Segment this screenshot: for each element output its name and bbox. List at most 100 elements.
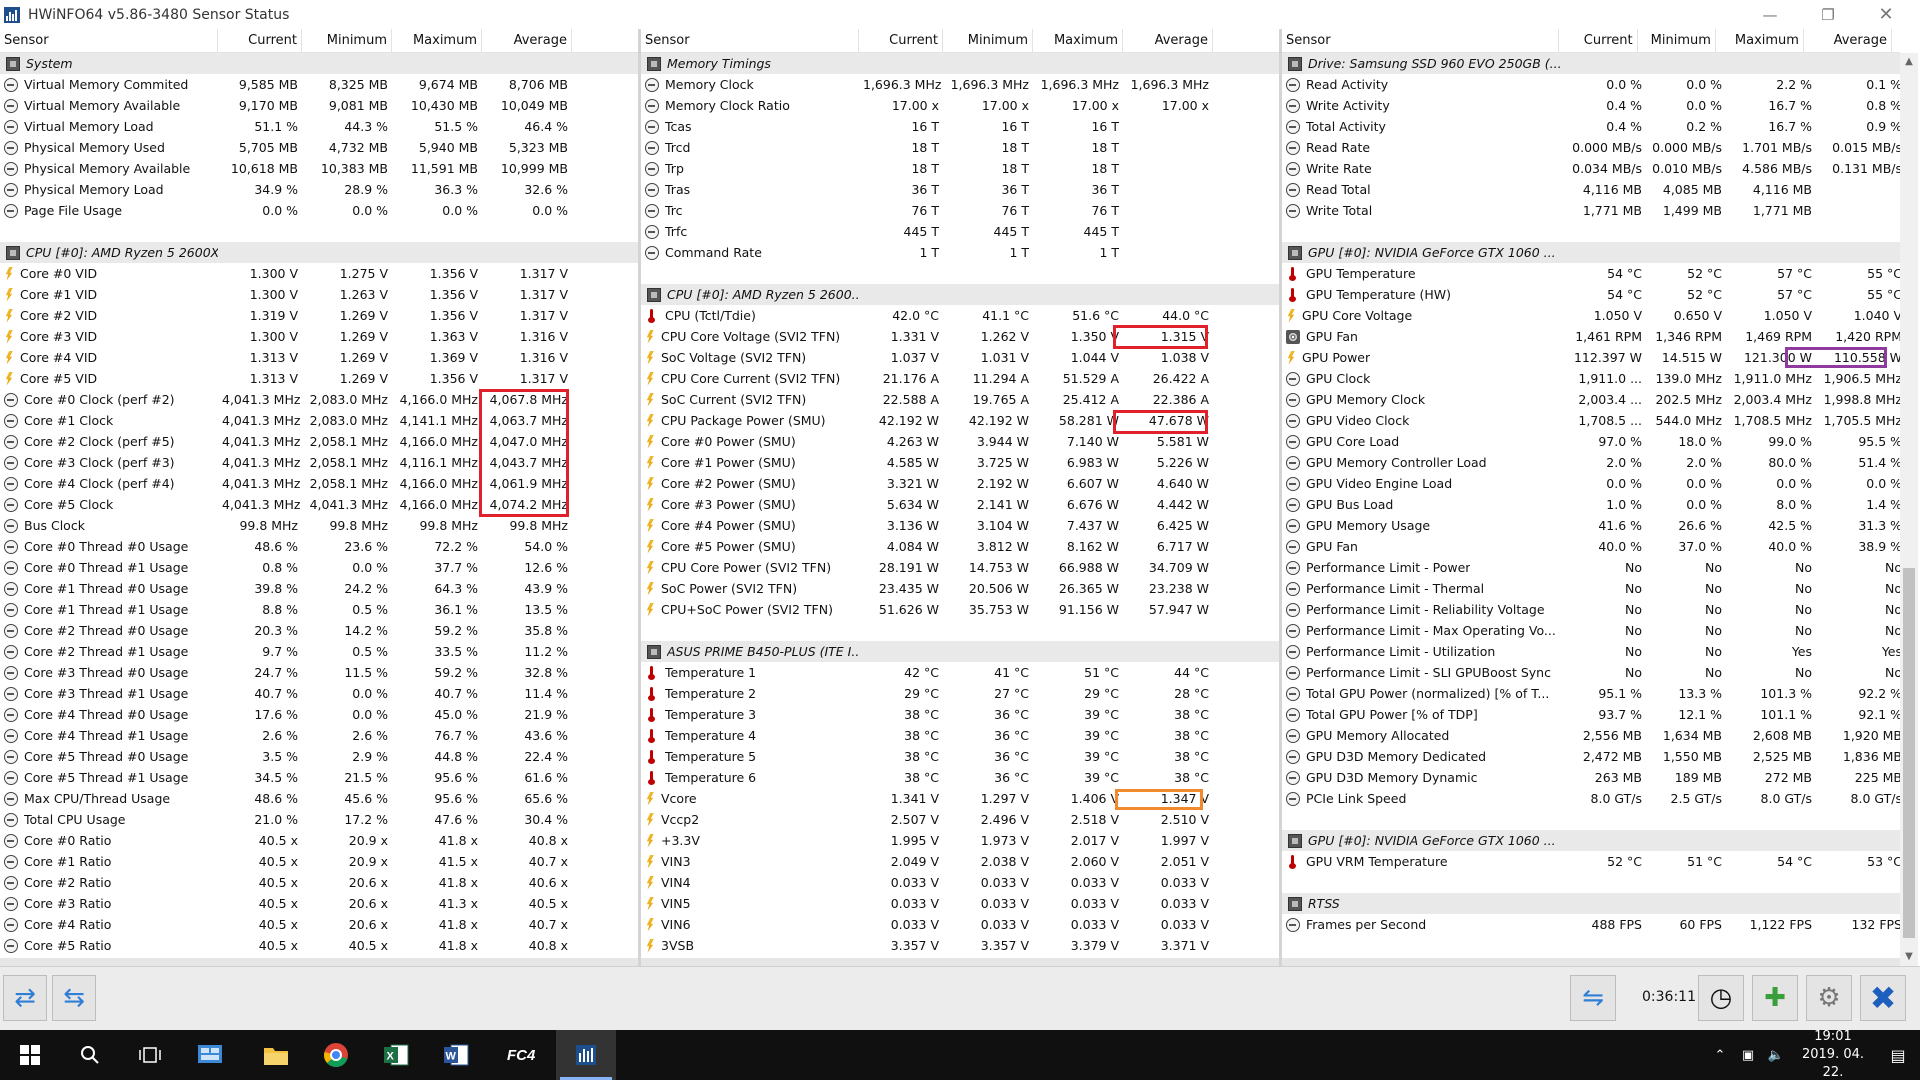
sensor-row[interactable]: Physical Memory Used 5,705 MB 4,732 MB 5,94… [0, 137, 638, 158]
sensor-row[interactable]: Physical Memory Load 34.9 % 28.9 % 36.3 % 32… [0, 179, 638, 200]
sensor-row[interactable]: Read Total 4,116 MB 4,085 MB 4,116 MB [1282, 179, 1900, 200]
sensor-row[interactable]: GPU Clock 1,911.0 ... 139.0 MHz 1,911.0 MHz… [1282, 368, 1900, 389]
chrome-icon[interactable] [306, 1030, 366, 1080]
sensor-row[interactable]: Memory Clock Ratio 17.00 x 17.00 x 17.00 x 1… [641, 95, 1279, 116]
arrows-expand-icon[interactable]: ⇄ [3, 975, 47, 1021]
minimize-button[interactable]: — [1742, 0, 1798, 29]
clock-icon[interactable]: ◷ [1698, 975, 1744, 1021]
sensor-row[interactable]: Total GPU Power (normalized) [% of T... 9… [1282, 683, 1900, 704]
column-header-sensor[interactable]: Sensor [641, 29, 859, 52]
sensor-row[interactable]: Performance Limit - Power No No No No [1282, 557, 1900, 578]
sensor-row[interactable]: Temperature 5 38 °C 36 °C 39 °C 38 °C [641, 746, 1279, 767]
sensor-row[interactable]: Bus Clock 99.8 MHz 99.8 MHz 99.8 MHz 99.8 MH… [0, 515, 638, 536]
sensor-row[interactable]: Core #5 Clock 4,041.3 MHz 4,041.3 MHz 4,166… [0, 494, 638, 515]
sensor-row[interactable]: GPU Core Load 97.0 % 18.0 % 99.0 % 95.5 % [1282, 431, 1900, 452]
sensor-row[interactable]: Core #4 Clock (perf #4) 4,041.3 MHz 2,058.… [0, 473, 638, 494]
control-panel-icon[interactable] [180, 1030, 240, 1080]
sensor-row[interactable]: GPU Memory Usage 41.6 % 26.6 % 42.5 % 31.3 % [1282, 515, 1900, 536]
sensor-pane-1[interactable]: Sensor Current Minimum Maximum Average System… [0, 29, 638, 966]
sensor-row[interactable]: Write Total 1,771 MB 1,499 MB 1,771 MB [1282, 200, 1900, 221]
hwinfo-taskbar-icon[interactable] [556, 1030, 616, 1080]
sensor-row[interactable]: Core #2 Ratio 40.5 x 20.6 x 41.8 x 40.6 x [0, 872, 638, 893]
sensor-row[interactable]: Core #0 Power (SMU) 4.263 W 3.944 W 7.140 W… [641, 431, 1279, 452]
sensor-group-header[interactable]: CPU [#0]: AMD Ryzen 5 2600X [0, 242, 638, 263]
sensor-row[interactable]: Core #1 Ratio 40.5 x 20.9 x 41.5 x 40.7 x [0, 851, 638, 872]
column-header-current[interactable]: Current [1559, 29, 1638, 52]
sensor-row[interactable]: Core #0 Thread #1 Usage 0.8 % 0.0 % 37.7 % 1… [0, 557, 638, 578]
sensor-row[interactable]: Tras 36 T 36 T 36 T [641, 179, 1279, 200]
sensor-row[interactable]: Trcd 18 T 18 T 18 T [641, 137, 1279, 158]
column-header-minimum[interactable]: Minimum [943, 29, 1033, 52]
sensor-row[interactable]: CPU Package Power (SMU) 42.192 W 42.192 W 5… [641, 410, 1279, 431]
sensor-row[interactable]: Core #1 VID 1.300 V 1.263 V 1.356 V 1.317 V [0, 284, 638, 305]
sensor-row[interactable]: GPU Fan 1,461 RPM 1,346 RPM 1,469 RPM 1,420 … [1282, 326, 1900, 347]
sensor-row[interactable]: Tcas 16 T 16 T 16 T [641, 116, 1279, 137]
sensor-row[interactable]: Performance Limit - Thermal No No No No [1282, 578, 1900, 599]
sensor-group-header[interactable]: Memory Timings [641, 53, 1279, 74]
sensor-row[interactable]: Core #3 Power (SMU) 5.634 W 2.141 W 6.676 W… [641, 494, 1279, 515]
sensor-row[interactable]: Virtual Memory Available 9,170 MB 9,081 MB… [0, 95, 638, 116]
sensor-row[interactable]: Memory Clock 1,696.3 MHz 1,696.3 MHz 1,696.… [641, 74, 1279, 95]
sensor-row[interactable]: Core #3 VID 1.300 V 1.269 V 1.363 V 1.316 V [0, 326, 638, 347]
sensor-row[interactable]: GPU Power 112.397 W 14.515 W 121.300 W 110.5… [1282, 347, 1900, 368]
sensor-row[interactable]: Core #1 Thread #1 Usage 8.8 % 0.5 % 36.1 % 1… [0, 599, 638, 620]
sensor-row[interactable]: Core #5 Thread #1 Usage 34.5 % 21.5 % 95.6 … [0, 767, 638, 788]
sensor-row[interactable]: GPU Bus Load 1.0 % 0.0 % 8.0 % 1.4 % [1282, 494, 1900, 515]
sensor-row[interactable]: Core #5 Ratio 40.5 x 40.5 x 41.8 x 40.8 x [0, 935, 638, 956]
sensor-row[interactable]: Read Activity 0.0 % 0.0 % 2.2 % 0.1 % [1282, 74, 1900, 95]
sensor-row[interactable]: Performance Limit - Max Operating Vo... N… [1282, 620, 1900, 641]
sensor-row[interactable]: Performance Limit - Utilization No No Yes Ye… [1282, 641, 1900, 662]
sensor-row[interactable]: GPU D3D Memory Dynamic 263 MB 189 MB 272 MB… [1282, 767, 1900, 788]
sensor-row[interactable]: VIN3 2.049 V 2.038 V 2.060 V 2.051 V [641, 851, 1279, 872]
sensor-row[interactable]: Total GPU Power [% of TDP] 93.7 % 12.1 % 10… [1282, 704, 1900, 725]
pane-divider[interactable] [638, 29, 641, 966]
sensor-group-header[interactable]: ASUS PRIME B450-PLUS (ITE I... [641, 641, 1279, 662]
close-window-button[interactable]: ✕ [1858, 0, 1914, 29]
taskbar-clock[interactable]: 19:01 2019. 04. 22. [1790, 1028, 1876, 1080]
sensor-row[interactable]: GPU D3D Memory Dedicated 2,472 MB 1,550 MB… [1282, 746, 1900, 767]
sensor-row[interactable]: GPU Fan 40.0 % 37.0 % 40.0 % 38.9 % [1282, 536, 1900, 557]
task-view-icon[interactable] [120, 1030, 180, 1080]
sensor-group-header[interactable]: System [0, 53, 638, 74]
sensor-row[interactable]: Core #1 Clock 4,041.3 MHz 2,083.0 MHz 4,141… [0, 410, 638, 431]
column-header-average[interactable]: Average [482, 29, 572, 52]
sensor-row[interactable]: GPU Video Clock 1,708.5 ... 544.0 MHz 1,708… [1282, 410, 1900, 431]
sensor-row[interactable]: Temperature 2 29 °C 27 °C 29 °C 28 °C [641, 683, 1279, 704]
sensor-row[interactable]: Temperature 4 38 °C 36 °C 39 °C 38 °C [641, 725, 1279, 746]
sensor-row[interactable]: Virtual Memory Commited 9,585 MB 8,325 MB 9… [0, 74, 638, 95]
sensor-row[interactable]: GPU Temperature (HW) 54 °C 52 °C 57 °C 55 °C [1282, 284, 1900, 305]
sensor-row[interactable]: GPU Memory Clock 2,003.4 ... 202.5 MHz 2,00… [1282, 389, 1900, 410]
sensor-row[interactable]: Core #4 Thread #0 Usage 17.6 % 0.0 % 45.0 %… [0, 704, 638, 725]
sensor-row[interactable]: SoC Current (SVI2 TFN) 22.588 A 19.765 A 25… [641, 389, 1279, 410]
arrows-collapse-icon[interactable]: ⇆ [52, 975, 96, 1021]
sensor-row[interactable]: SoC Voltage (SVI2 TFN) 1.037 V 1.031 V 1.04… [641, 347, 1279, 368]
sensor-row[interactable]: Command Rate 1 T 1 T 1 T [641, 242, 1279, 263]
sensor-row[interactable]: Trp 18 T 18 T 18 T [641, 158, 1279, 179]
pane-divider[interactable] [1279, 29, 1282, 966]
search-icon[interactable] [60, 1030, 120, 1080]
sensor-row[interactable]: Page File Usage 0.0 % 0.0 % 0.0 % 0.0 % [0, 200, 638, 221]
sensor-row[interactable]: +3.3V 1.995 V 1.973 V 2.017 V 1.997 V [641, 830, 1279, 851]
sensor-row[interactable]: Core #2 VID 1.319 V 1.269 V 1.356 V 1.317 V [0, 305, 638, 326]
sensor-row[interactable]: Virtual Memory Load 51.1 % 44.3 % 51.5 % 46.… [0, 116, 638, 137]
column-header-current[interactable]: Current [859, 29, 943, 52]
sensor-row[interactable]: PCIe Link Speed 8.0 GT/s 2.5 GT/s 8.0 GT/s 8… [1282, 788, 1900, 809]
sensor-row[interactable]: Temperature 3 38 °C 36 °C 39 °C 38 °C [641, 704, 1279, 725]
scrollbar-thumb[interactable] [1903, 568, 1915, 938]
sensor-group-header[interactable]: GPU [#0]: NVIDIA GeForce GTX 1060 ... [1282, 830, 1900, 851]
sensor-row[interactable]: Core #5 VID 1.313 V 1.269 V 1.356 V 1.317 V [0, 368, 638, 389]
sensor-row[interactable]: Write Rate 0.034 MB/s 0.010 MB/s 4.586 MB/s… [1282, 158, 1900, 179]
sensor-row[interactable]: Vccp2 2.507 V 2.496 V 2.518 V 2.510 V [641, 809, 1279, 830]
scroll-down-arrow-icon[interactable]: ▼ [1900, 948, 1918, 966]
sensor-row[interactable]: Trfc 445 T 445 T 445 T [641, 221, 1279, 242]
sensor-row[interactable]: Core #3 Clock (perf #3) 4,041.3 MHz 2,058.… [0, 452, 638, 473]
sensor-row[interactable]: Core #2 Clock (perf #5) 4,041.3 MHz 2,058.… [0, 431, 638, 452]
sensor-group-header[interactable]: GPU [#0]: NVIDIA GeForce GTX 1060 ... [1282, 242, 1900, 263]
sensor-row[interactable]: Core #5 Power (SMU) 4.084 W 3.812 W 8.162 W… [641, 536, 1279, 557]
sensor-group-header[interactable]: CPU [#0]: AMD Ryzen 5 2600... [641, 284, 1279, 305]
sensor-row[interactable]: Core #4 Power (SMU) 3.136 W 3.104 W 7.437 W… [641, 515, 1279, 536]
close-sensors-icon[interactable]: ✖ [1860, 975, 1906, 1021]
sensor-row[interactable]: Trc 76 T 76 T 76 T [641, 200, 1279, 221]
sensor-row[interactable]: GPU Temperature 54 °C 52 °C 57 °C 55 °C [1282, 263, 1900, 284]
column-header-current[interactable]: Current [218, 29, 302, 52]
